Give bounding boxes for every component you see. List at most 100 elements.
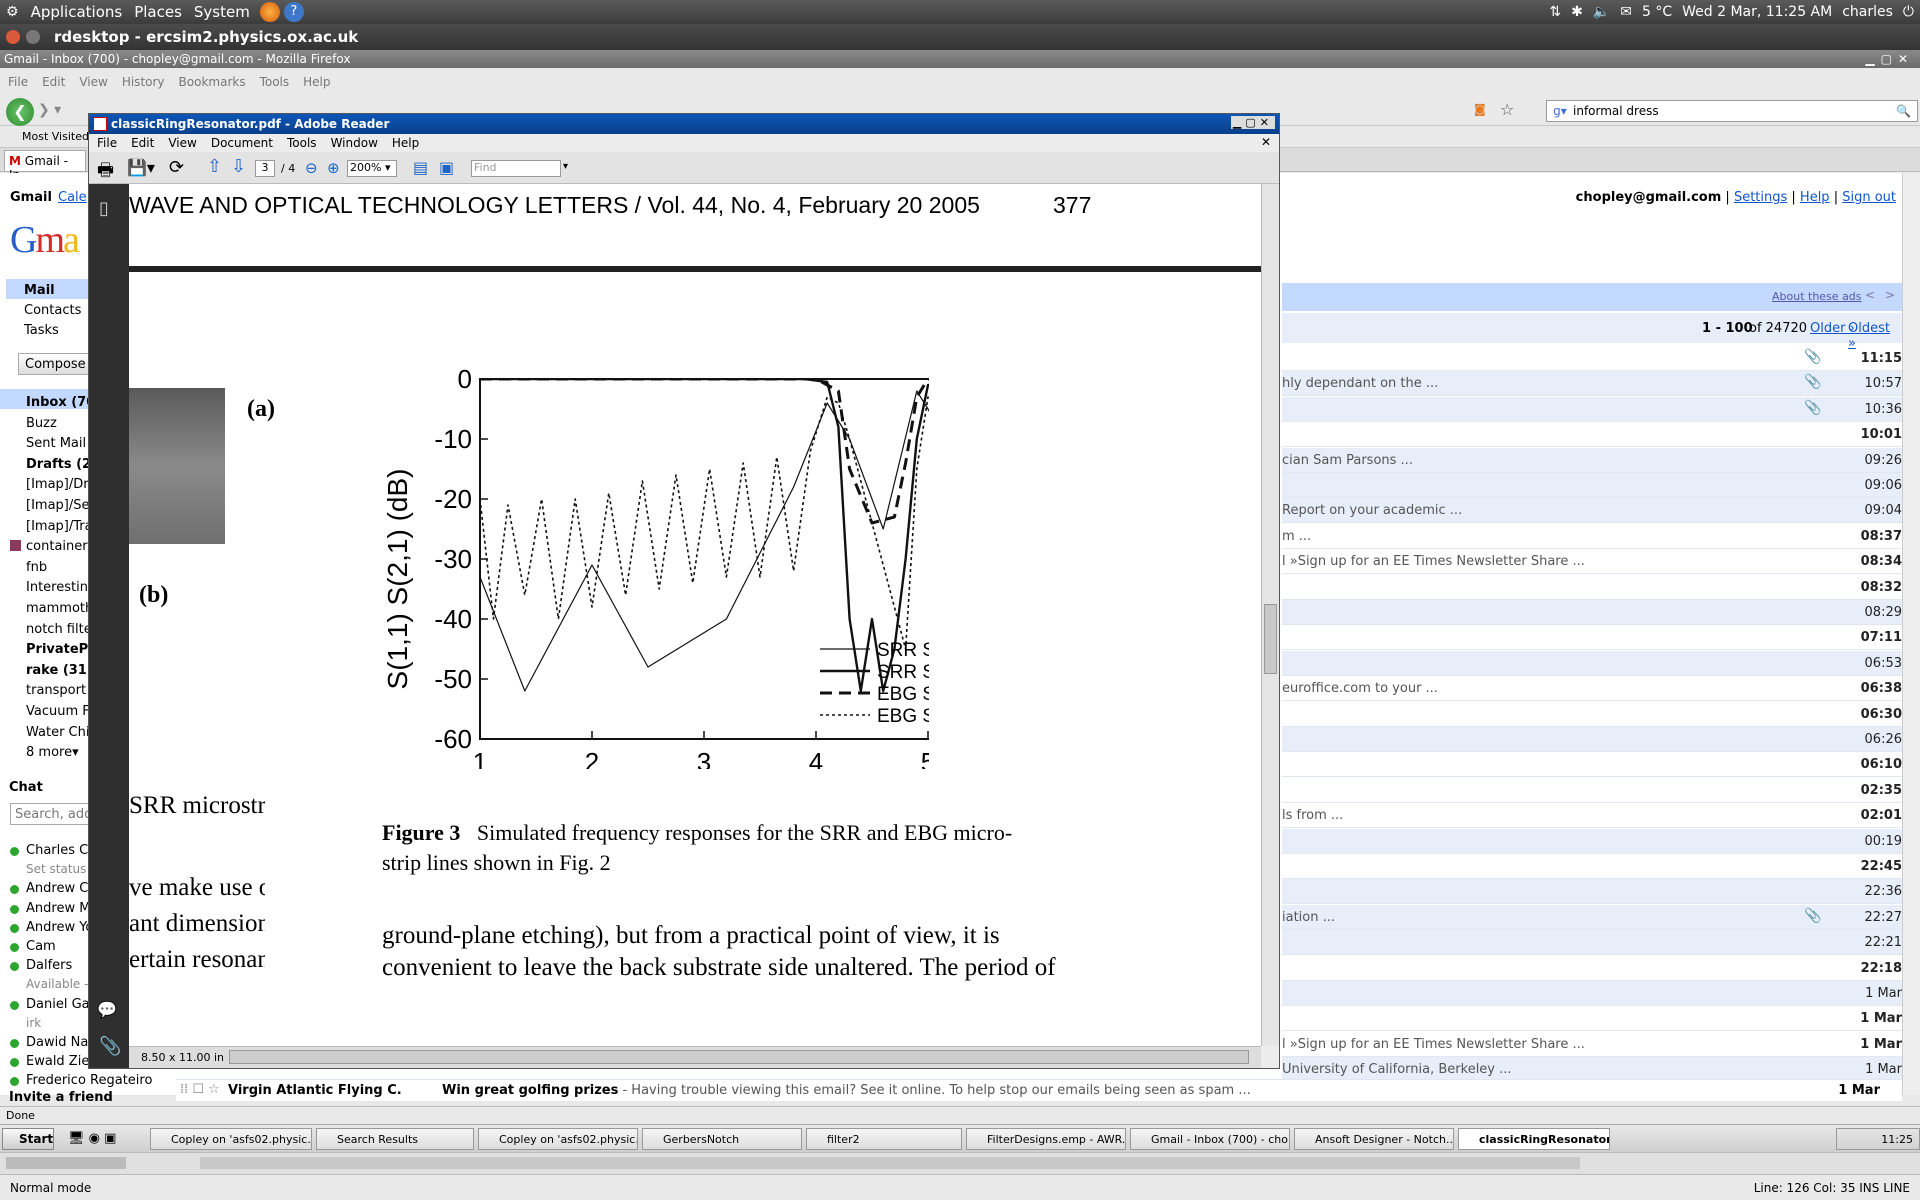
zoom-select[interactable]: 200% ▾ — [347, 160, 397, 177]
chat-contact[interactable]: Cam — [26, 939, 56, 954]
outer-horizontal-scrollbar[interactable] — [0, 1152, 1920, 1174]
email-row[interactable]: 02:35 — [1282, 778, 1902, 803]
applications-menu[interactable]: Applications — [25, 3, 129, 21]
email-row[interactable]: 06:30 — [1282, 702, 1902, 727]
reader-window-controls-icon[interactable]: ▁▢✕ — [1230, 116, 1275, 129]
email-row[interactable]: 📎 11:15 — [1282, 346, 1902, 371]
reader-vertical-scrollbar[interactable] — [1261, 184, 1279, 1046]
email-row[interactable]: 10:01 — [1282, 422, 1902, 448]
email-row-bottom[interactable]: ⁞⁞ ☐ ☆ Virgin Atlantic Flying C. Win gre… — [176, 1079, 1902, 1101]
folder-item[interactable]: Sent Mail — [26, 436, 86, 451]
chat-contact[interactable]: Andrew Yo — [26, 920, 93, 935]
bookmark-most-visited[interactable]: Most Visited — [22, 130, 89, 143]
search-input[interactable]: g▾ informal dress 🔍 — [1546, 100, 1918, 122]
help-link[interactable]: Help — [1800, 190, 1830, 205]
taskbar-item[interactable]: classicRingResonator... — [1458, 1128, 1610, 1150]
email-row[interactable]: 22:21 — [1282, 930, 1902, 956]
reader-menu-window[interactable]: Window — [331, 136, 378, 150]
chat-contact[interactable]: Andrew Cr — [26, 881, 94, 896]
ff-menu-file[interactable]: File — [8, 75, 28, 89]
minimize-window-icon[interactable] — [26, 30, 40, 44]
fit-width-icon[interactable]: ▣ — [439, 158, 454, 177]
email-row[interactable]: 08:32 — [1282, 575, 1902, 600]
email-row[interactable]: cian Sam Parsons ... 09:26 — [1282, 447, 1902, 473]
email-row[interactable]: Report on your academic ... 09:04 — [1282, 498, 1902, 524]
user-menu[interactable]: charles — [1842, 4, 1893, 20]
fit-page-icon[interactable]: ▤ — [413, 158, 428, 177]
reader-doc-close-icon[interactable]: ✕ — [1261, 135, 1271, 149]
reader-menu-document[interactable]: Document — [211, 136, 273, 150]
folder-item[interactable]: Inbox (70 — [26, 395, 95, 410]
ads-prev-icon[interactable]: < — [1865, 288, 1875, 302]
email-row[interactable]: 22:18 — [1282, 956, 1902, 981]
weather-label[interactable]: 5 °C — [1642, 4, 1672, 20]
firefox-window-controls-icon[interactable]: ▁▢✕ — [1865, 52, 1914, 66]
reader-menu-tools[interactable]: Tools — [287, 136, 317, 150]
folder-item[interactable]: mammoth — [26, 601, 93, 616]
magnifier-icon[interactable]: 🔍 — [1896, 104, 1911, 118]
email-row[interactable]: 06:26 — [1282, 727, 1902, 752]
ads-next-icon[interactable]: > — [1885, 288, 1895, 302]
chat-contact[interactable]: irk — [26, 1016, 41, 1030]
email-row[interactable]: 1 Mar — [1282, 981, 1902, 1006]
chat-contact[interactable]: Dawid Nau — [26, 1035, 97, 1050]
mail-icon[interactable]: ✉ — [1620, 4, 1632, 20]
email-row[interactable]: 07:11 — [1282, 625, 1902, 651]
chat-contact[interactable]: Charles Co — [26, 843, 96, 858]
folder-item[interactable]: rake (31) — [26, 663, 93, 678]
folder-item[interactable]: [Imap]/Dra — [26, 477, 97, 492]
about-ads-link[interactable]: About these ads — [1772, 290, 1862, 303]
folder-item[interactable]: Vacuum F — [26, 704, 90, 719]
chat-contact[interactable]: Frederico Regateiro — [26, 1073, 152, 1088]
forward-button-icon[interactable]: ❯ ▾ — [38, 102, 68, 122]
chat-search-input[interactable]: Search, add — [10, 803, 92, 825]
volume-icon[interactable]: 🔈 — [1593, 4, 1610, 20]
zoom-out-icon[interactable]: ⊖ — [305, 159, 318, 177]
previous-page-icon[interactable]: ⇧ — [207, 156, 222, 177]
taskbar-item[interactable]: Gmail - Inbox (700) - cho... — [1130, 1128, 1290, 1150]
taskbar-item[interactable]: Ansoft Designer - Notch... — [1294, 1128, 1454, 1150]
help-launcher-icon[interactable]: ? — [283, 2, 304, 22]
places-menu[interactable]: Places — [128, 3, 188, 21]
email-row[interactable]: 1 Mar — [1282, 1006, 1902, 1032]
email-row[interactable]: 09:06 — [1282, 473, 1902, 498]
taskbar-item[interactable]: Copley on 'asfs02.physic... — [150, 1128, 312, 1150]
ff-menu-view[interactable]: View — [79, 75, 107, 89]
taskbar-item[interactable]: GerbersNotch — [642, 1128, 802, 1150]
calendar-top-link[interactable]: Cale — [58, 190, 87, 205]
save-copy-icon[interactable]: 💾▾ — [127, 158, 155, 177]
folder-item[interactable]: Buzz — [26, 416, 57, 431]
folder-item[interactable]: transport — [26, 683, 86, 698]
email-row[interactable]: 22:36 — [1282, 879, 1902, 905]
email-row[interactable]: ls from ... 02:01 — [1282, 803, 1902, 829]
ff-menu-bookmarks[interactable]: Bookmarks — [179, 75, 246, 89]
reader-scroll-thumb[interactable] — [1264, 604, 1277, 674]
find-dropdown-icon[interactable]: ▾ — [563, 161, 568, 172]
collaborate-icon[interactable]: ⟳ — [169, 157, 184, 178]
row-checkbox-icon[interactable]: ⁞⁞ ☐ ☆ — [180, 1082, 220, 1097]
sign-out-link[interactable]: Sign out — [1842, 190, 1896, 205]
gmail-vertical-scrollbar[interactable] — [1902, 173, 1920, 1095]
taskbar-item[interactable]: Copley on 'asfs02.physic... — [478, 1128, 638, 1150]
chat-contact[interactable]: Available - — [26, 977, 88, 991]
outer-scroll-thumb[interactable] — [200, 1157, 1580, 1169]
firefox-launcher-icon[interactable] — [259, 2, 280, 22]
reader-horizontal-scrollbar[interactable]: 8.50 x 11.00 in — [129, 1046, 1261, 1068]
reader-menu-edit[interactable]: Edit — [131, 136, 154, 150]
folder-item[interactable]: [Imap]/Sen — [26, 498, 98, 513]
zoom-in-icon[interactable]: ⊕ — [327, 159, 340, 177]
start-button[interactable]: Start — [2, 1128, 54, 1150]
email-row[interactable]: l »Sign up for an EE Times Newsletter Sh… — [1282, 1032, 1902, 1057]
bookmark-star-icon[interactable]: ☆ — [1500, 100, 1514, 119]
outer-scroll-thumb-left[interactable] — [6, 1157, 126, 1169]
invite-friend-link[interactable]: Invite a friend — [9, 1090, 113, 1105]
pages-panel-icon[interactable]: ▯ — [99, 198, 109, 219]
email-row[interactable]: 06:10 — [1282, 752, 1902, 778]
close-window-icon[interactable] — [6, 30, 20, 44]
ff-menu-history[interactable]: History — [122, 75, 165, 89]
reader-hscroll-thumb[interactable] — [229, 1050, 1249, 1064]
chat-contact[interactable]: Dalfers — [26, 958, 72, 973]
nav-contacts[interactable]: Contacts — [24, 303, 81, 318]
back-button-icon[interactable]: ❮ — [6, 98, 34, 126]
email-row[interactable]: m ... 08:37 — [1282, 524, 1902, 549]
